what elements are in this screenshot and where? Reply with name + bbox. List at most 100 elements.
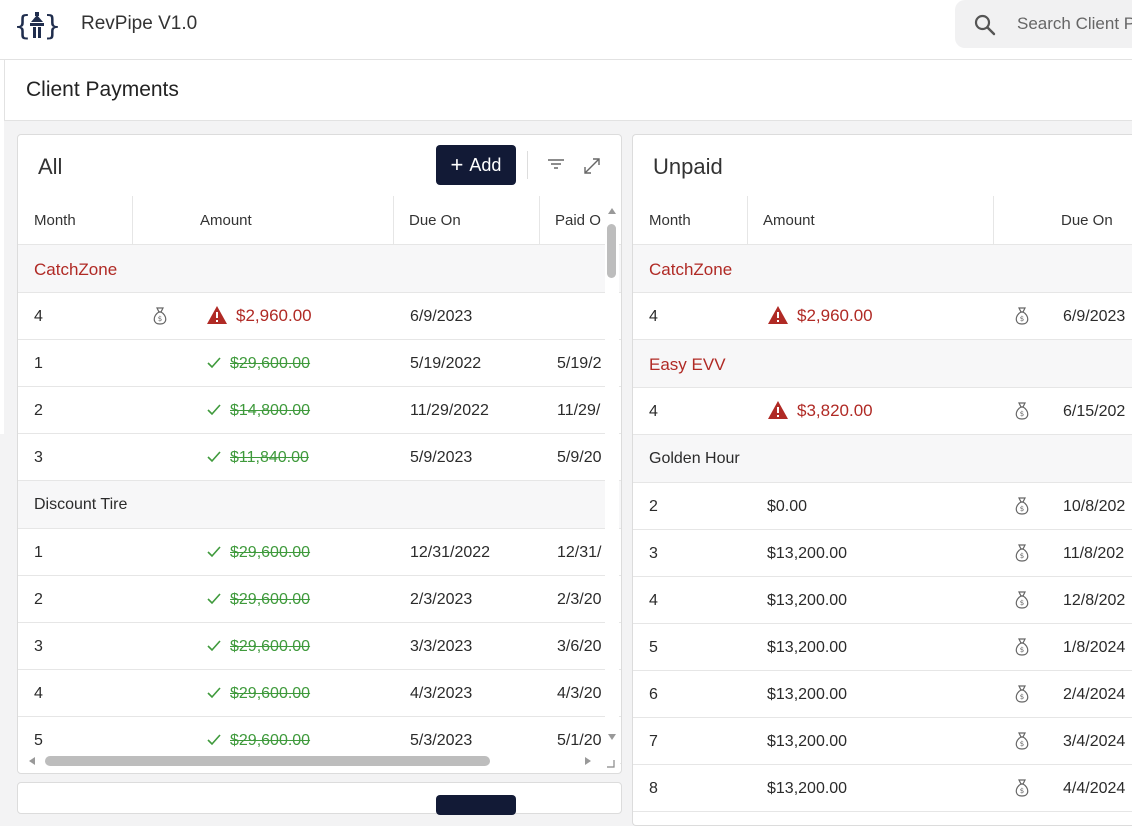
amount-cell-text: $29,600.00 bbox=[230, 638, 311, 655]
group-row[interactable]: CatchZone bbox=[633, 245, 1132, 293]
money-bag-icon[interactable]: $ bbox=[151, 306, 169, 326]
add-button[interactable] bbox=[436, 795, 516, 815]
money-bag-button[interactable]: $ bbox=[1013, 543, 1031, 568]
money-bag-icon[interactable]: $ bbox=[1013, 496, 1031, 516]
money-bag-icon[interactable]: $ bbox=[1013, 778, 1031, 798]
table-row[interactable]: 7 $ $13,200.00 3/4/2024 bbox=[633, 718, 1132, 765]
svg-text:}: } bbox=[44, 9, 60, 42]
month-cell: 1 bbox=[34, 355, 43, 372]
due-date-cell: 6/15/202 bbox=[1063, 403, 1126, 420]
group-row[interactable]: Discount Tire bbox=[18, 481, 621, 529]
check-icon bbox=[207, 546, 221, 558]
group-row[interactable]: Easy EVV bbox=[633, 340, 1132, 388]
panel-title: All bbox=[38, 154, 63, 179]
table-row[interactable]: 5 $ $13,200.00 1/8/2024 bbox=[633, 624, 1132, 671]
check-icon bbox=[207, 734, 221, 746]
plus-icon: + bbox=[450, 152, 464, 177]
due-date-cell: 2/4/2024 bbox=[1063, 686, 1126, 703]
money-bag-icon[interactable]: $ bbox=[1013, 401, 1031, 421]
table-row[interactable]: 3 $11,840.00 5/9/2023 5/9/20 bbox=[18, 434, 621, 481]
table-row[interactable]: 8 $ $13,200.00 4/4/2024 bbox=[633, 765, 1132, 812]
column-paid-on[interactable]: Paid O bbox=[555, 212, 601, 229]
table-row[interactable]: 4 $ $13,200.00 12/8/202 bbox=[633, 577, 1132, 624]
month-cell: 2 bbox=[34, 402, 43, 419]
filter-icon[interactable] bbox=[547, 157, 565, 171]
money-bag-button[interactable]: $ bbox=[1013, 684, 1031, 709]
column-amount[interactable]: Amount bbox=[763, 212, 815, 229]
svg-text:$: $ bbox=[1020, 505, 1024, 513]
table-row[interactable]: 4 $ $3,820.00 6/15/202 bbox=[633, 388, 1132, 435]
add-button-label: Add bbox=[469, 155, 502, 175]
vertical-scrollbar[interactable] bbox=[605, 205, 619, 771]
money-bag-icon[interactable]: $ bbox=[1013, 543, 1031, 563]
table-row[interactable]: 2 $29,600.00 2/3/2023 2/3/20 bbox=[18, 576, 621, 623]
add-button[interactable]: + Add bbox=[436, 145, 516, 185]
amount-cell: $13,200.00 bbox=[767, 686, 848, 703]
warning-icon bbox=[207, 306, 227, 324]
search-box[interactable] bbox=[955, 0, 1132, 48]
table-row[interactable]: 1 $29,600.00 12/31/2022 12/31/ bbox=[18, 529, 621, 576]
money-bag-icon[interactable]: $ bbox=[1013, 306, 1031, 326]
money-bag-button[interactable]: $ bbox=[1013, 401, 1031, 426]
vertical-scroll-thumb[interactable] bbox=[607, 224, 616, 278]
table-header: Month Amount Due On Paid O bbox=[18, 196, 621, 245]
money-bag-icon[interactable]: $ bbox=[1013, 731, 1031, 751]
due-date-cell: 6/9/2023 bbox=[410, 308, 473, 325]
check-icon bbox=[207, 404, 221, 416]
search-input[interactable] bbox=[1017, 12, 1132, 36]
table-row[interactable]: 2 $ $0.00 10/8/202 bbox=[633, 483, 1132, 530]
svg-text:$: $ bbox=[158, 315, 162, 323]
table-row[interactable]: 6 $ $13,200.00 2/4/2024 bbox=[633, 671, 1132, 718]
amount-cell: $2,960.00 bbox=[206, 305, 312, 326]
money-bag-button[interactable]: $ bbox=[1013, 590, 1031, 615]
table-row[interactable]: 1 $29,600.00 5/19/2022 5/19/2 bbox=[18, 340, 621, 387]
table-row[interactable]: 2 $14,800.00 11/29/2022 11/29/ bbox=[18, 387, 621, 434]
scroll-arrows bbox=[608, 208, 616, 740]
month-cell: 5 bbox=[34, 732, 43, 749]
table-row[interactable]: 3 $29,600.00 3/3/2023 3/6/20 bbox=[18, 623, 621, 670]
check-icon bbox=[207, 640, 221, 652]
money-bag-icon[interactable]: $ bbox=[1013, 590, 1031, 610]
due-date-cell: 11/29/2022 bbox=[410, 402, 489, 419]
svg-text:$: $ bbox=[1020, 410, 1024, 418]
table-row[interactable]: 4 $ $2,960.00 6/9/2023 bbox=[633, 293, 1132, 340]
due-date-cell: 4/3/2023 bbox=[410, 685, 473, 702]
money-bag-button[interactable]: $ bbox=[1013, 496, 1031, 521]
money-bag-button[interactable]: $ bbox=[1013, 637, 1031, 662]
group-name: CatchZone bbox=[649, 260, 733, 279]
amount-cell: $29,600.00 bbox=[206, 591, 310, 609]
warning-icon bbox=[768, 306, 788, 324]
money-bag-button[interactable]: $ bbox=[151, 306, 169, 331]
svg-text:$: $ bbox=[1020, 646, 1024, 654]
svg-text:$: $ bbox=[1020, 315, 1024, 323]
expand-icon[interactable] bbox=[582, 156, 602, 176]
table-row[interactable]: 4 $ $2,960.00 6/9/2023 bbox=[18, 293, 621, 340]
amount-cell-text: $29,600.00 bbox=[230, 355, 311, 372]
month-cell: 5 bbox=[649, 639, 658, 656]
table-row[interactable]: 4 $29,600.00 4/3/2023 4/3/20 bbox=[18, 670, 621, 717]
column-due-on[interactable]: Due On bbox=[1061, 212, 1113, 229]
column-due-on[interactable]: Due On bbox=[409, 212, 461, 229]
column-month[interactable]: Month bbox=[34, 212, 76, 229]
amount-cell-text: $29,600.00 bbox=[230, 591, 311, 608]
money-bag-icon[interactable]: $ bbox=[1013, 684, 1031, 704]
column-amount[interactable]: Amount bbox=[200, 212, 252, 229]
table-row[interactable]: 3 $ $13,200.00 11/8/202 bbox=[633, 530, 1132, 577]
money-bag-icon[interactable]: $ bbox=[1013, 637, 1031, 657]
month-cell: 4 bbox=[34, 308, 43, 325]
money-bag-button[interactable]: $ bbox=[1013, 306, 1031, 331]
column-month[interactable]: Month bbox=[649, 212, 691, 229]
due-date-cell: 6/9/2023 bbox=[1063, 308, 1126, 325]
paid-date-cell: 12/31/ bbox=[557, 544, 602, 561]
money-bag-button[interactable]: $ bbox=[1013, 778, 1031, 803]
due-date-cell: 12/31/2022 bbox=[410, 544, 491, 561]
month-cell: 8 bbox=[649, 780, 658, 797]
horizontal-scroll-thumb[interactable] bbox=[45, 756, 490, 766]
group-row[interactable]: CatchZone bbox=[18, 245, 621, 293]
due-date-cell: 2/3/2023 bbox=[410, 591, 473, 608]
due-date-cell: 11/8/202 bbox=[1063, 545, 1125, 562]
group-row[interactable]: Golden Hour bbox=[633, 435, 1132, 483]
month-cell: 2 bbox=[649, 498, 658, 515]
money-bag-button[interactable]: $ bbox=[1013, 731, 1031, 756]
group-name: CatchZone bbox=[34, 260, 118, 279]
